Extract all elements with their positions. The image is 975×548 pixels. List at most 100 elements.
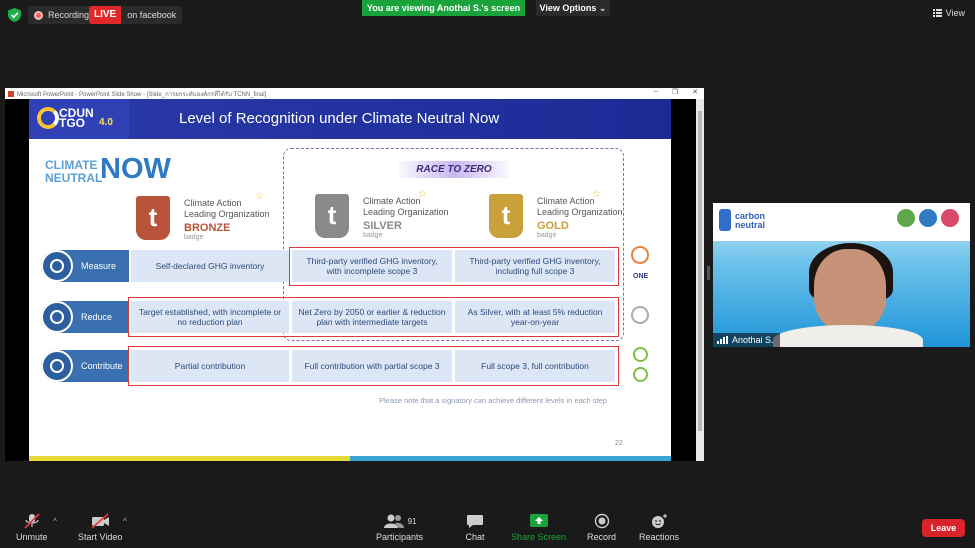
- badge-caption-1: Climate Action: [537, 196, 595, 206]
- view-options-button[interactable]: View Options ⌄: [536, 0, 610, 16]
- shield-check-icon[interactable]: [8, 8, 21, 22]
- view-button[interactable]: View: [932, 8, 965, 18]
- scroll-thumb[interactable]: [698, 111, 702, 431]
- row-measure-label: Measure: [41, 250, 129, 282]
- slide-page-number: 22: [615, 440, 623, 447]
- slide-footer-stripe: [29, 456, 671, 461]
- row-contribute-label: Contribute: [41, 350, 129, 382]
- logo-version: 4.0: [99, 117, 113, 128]
- badge-caption-2: Leading Organization: [363, 207, 449, 217]
- gold-badge: t Climate Action Leading Organization ☆ …: [489, 189, 639, 244]
- badge-sub: badge: [363, 232, 383, 239]
- live-badge: LIVE: [89, 6, 122, 24]
- climate-neutral-label: CLIMATE NEUTRAL: [45, 159, 102, 185]
- row-reduce-label: Reduce: [41, 301, 129, 333]
- restore-icon[interactable]: ❐: [672, 88, 678, 96]
- partner-logo-icon: [631, 246, 649, 264]
- measure-bronze-cell: Self-declared GHG inventory: [131, 250, 289, 282]
- org-text-2: neutral: [735, 220, 766, 230]
- participant-face: [814, 249, 886, 331]
- measure-icon: [41, 250, 73, 282]
- signal-bars-icon: [717, 336, 728, 344]
- badge-level: BRONZE: [184, 222, 231, 234]
- contribute-highlight-box: [128, 346, 619, 386]
- ppt-title-text: Microsoft PowerPoint - PowerPoint Slide …: [17, 91, 267, 98]
- chat-button[interactable]: Chat: [464, 513, 486, 542]
- contribution-logo-icon: [633, 347, 648, 362]
- cn-now-label: NOW: [100, 153, 171, 185]
- video-caret-icon[interactable]: ^: [123, 517, 127, 526]
- reduce-chart-icon: [41, 301, 73, 333]
- partner-emblem-icon: [941, 209, 959, 227]
- logo-ring-icon: [37, 107, 59, 129]
- badge-sub: badge: [184, 234, 204, 241]
- shared-screen-ppt-window: Microsoft PowerPoint - PowerPoint Slide …: [5, 88, 704, 461]
- slide-title: Level of Recognition under Climate Neutr…: [179, 110, 500, 127]
- leave-button[interactable]: Leave: [922, 519, 965, 537]
- participant-name-tag: Anothai S.: [713, 333, 780, 347]
- badge-caption-2: Leading Organization: [537, 207, 623, 217]
- emoji-reactions-icon: [652, 514, 668, 528]
- badge-caption-2: Leading Organization: [184, 209, 270, 219]
- bronze-badge: t Climate Action Leading Organization ☆ …: [136, 191, 286, 246]
- participants-label: Participants: [376, 532, 424, 542]
- cn-word-neutral: NEUTRAL: [45, 171, 103, 185]
- measure-highlight-box: [289, 247, 619, 286]
- cdun-tgo-logo: CDUN TGO 4.0: [29, 99, 129, 139]
- badge-sub: badge: [537, 232, 557, 239]
- star-icon: ☆: [418, 189, 427, 200]
- sbti-logo-icon: [631, 306, 649, 324]
- row-label: Contribute: [81, 361, 123, 371]
- vertical-scrollbar[interactable]: [696, 99, 704, 461]
- slide-note: Please note that a signatory can achieve…: [379, 396, 607, 405]
- record-button[interactable]: Record: [587, 513, 616, 542]
- record-label: Record: [587, 532, 617, 542]
- badge-level: SILVER: [363, 220, 402, 232]
- close-icon[interactable]: ✕: [692, 88, 698, 96]
- badge-caption-1: Climate Action: [363, 196, 421, 206]
- share-screen-icon: [529, 514, 548, 527]
- start-video-label: Start Video: [78, 532, 123, 542]
- recording-indicator[interactable]: Recording: [28, 6, 96, 24]
- silver-badge: t Climate Action Leading Organization ☆ …: [315, 189, 465, 244]
- chat-label: Chat: [465, 532, 485, 542]
- ppt-title-bar: Microsoft PowerPoint - PowerPoint Slide …: [5, 88, 704, 99]
- chevron-down-icon: ⌄: [598, 3, 607, 13]
- reactions-label: Reactions: [639, 532, 680, 542]
- microphone-muted-icon: [24, 513, 40, 529]
- minimize-icon[interactable]: –: [654, 88, 658, 96]
- share-screen-button[interactable]: Share Screen: [511, 513, 566, 542]
- participants-button[interactable]: 91 Participants: [376, 513, 423, 542]
- live-stream-indicator[interactable]: LIVE on facebook: [89, 6, 183, 24]
- participant-name: Anothai S.: [732, 335, 774, 345]
- recording-label: Recording: [48, 10, 90, 20]
- chat-bubble-icon: [467, 515, 483, 528]
- unmute-caret-icon[interactable]: ^: [53, 517, 57, 526]
- live-platform: on facebook: [127, 10, 177, 20]
- grid-view-icon: [932, 9, 942, 17]
- zoom-meeting-window: Recording LIVE on facebook You are viewi…: [0, 0, 975, 548]
- participant-video-tile[interactable]: carbon neutral Anothai S.: [713, 203, 970, 347]
- reactions-button[interactable]: Reactions: [639, 513, 679, 542]
- start-video-button[interactable]: Start Video: [78, 513, 122, 542]
- viewing-screen-banner: You are viewing Anothai S.'s screen: [362, 0, 525, 16]
- split-resize-handle[interactable]: [707, 266, 710, 280]
- row-label: Reduce: [81, 312, 113, 322]
- row-label: Measure: [81, 261, 117, 271]
- reduce-highlight-box: [128, 297, 619, 337]
- partner-emblem-icon: [919, 209, 937, 227]
- participant-body: [773, 325, 923, 347]
- view-label: View: [945, 8, 965, 18]
- unmute-button[interactable]: Unmute: [16, 513, 48, 542]
- video-banner: carbon neutral: [713, 203, 970, 241]
- record-dot-icon: [34, 10, 43, 20]
- star-icon: ☆: [592, 189, 601, 200]
- one-report-logo: ONE: [633, 273, 649, 280]
- record-icon: [594, 513, 609, 529]
- unmute-label: Unmute: [16, 532, 48, 542]
- participant-count: 91: [407, 516, 417, 526]
- carbon-neutral-logo-icon: [719, 209, 731, 231]
- badge-level: GOLD: [537, 220, 569, 232]
- video-off-icon: [91, 513, 110, 529]
- participants-icon: [383, 514, 404, 528]
